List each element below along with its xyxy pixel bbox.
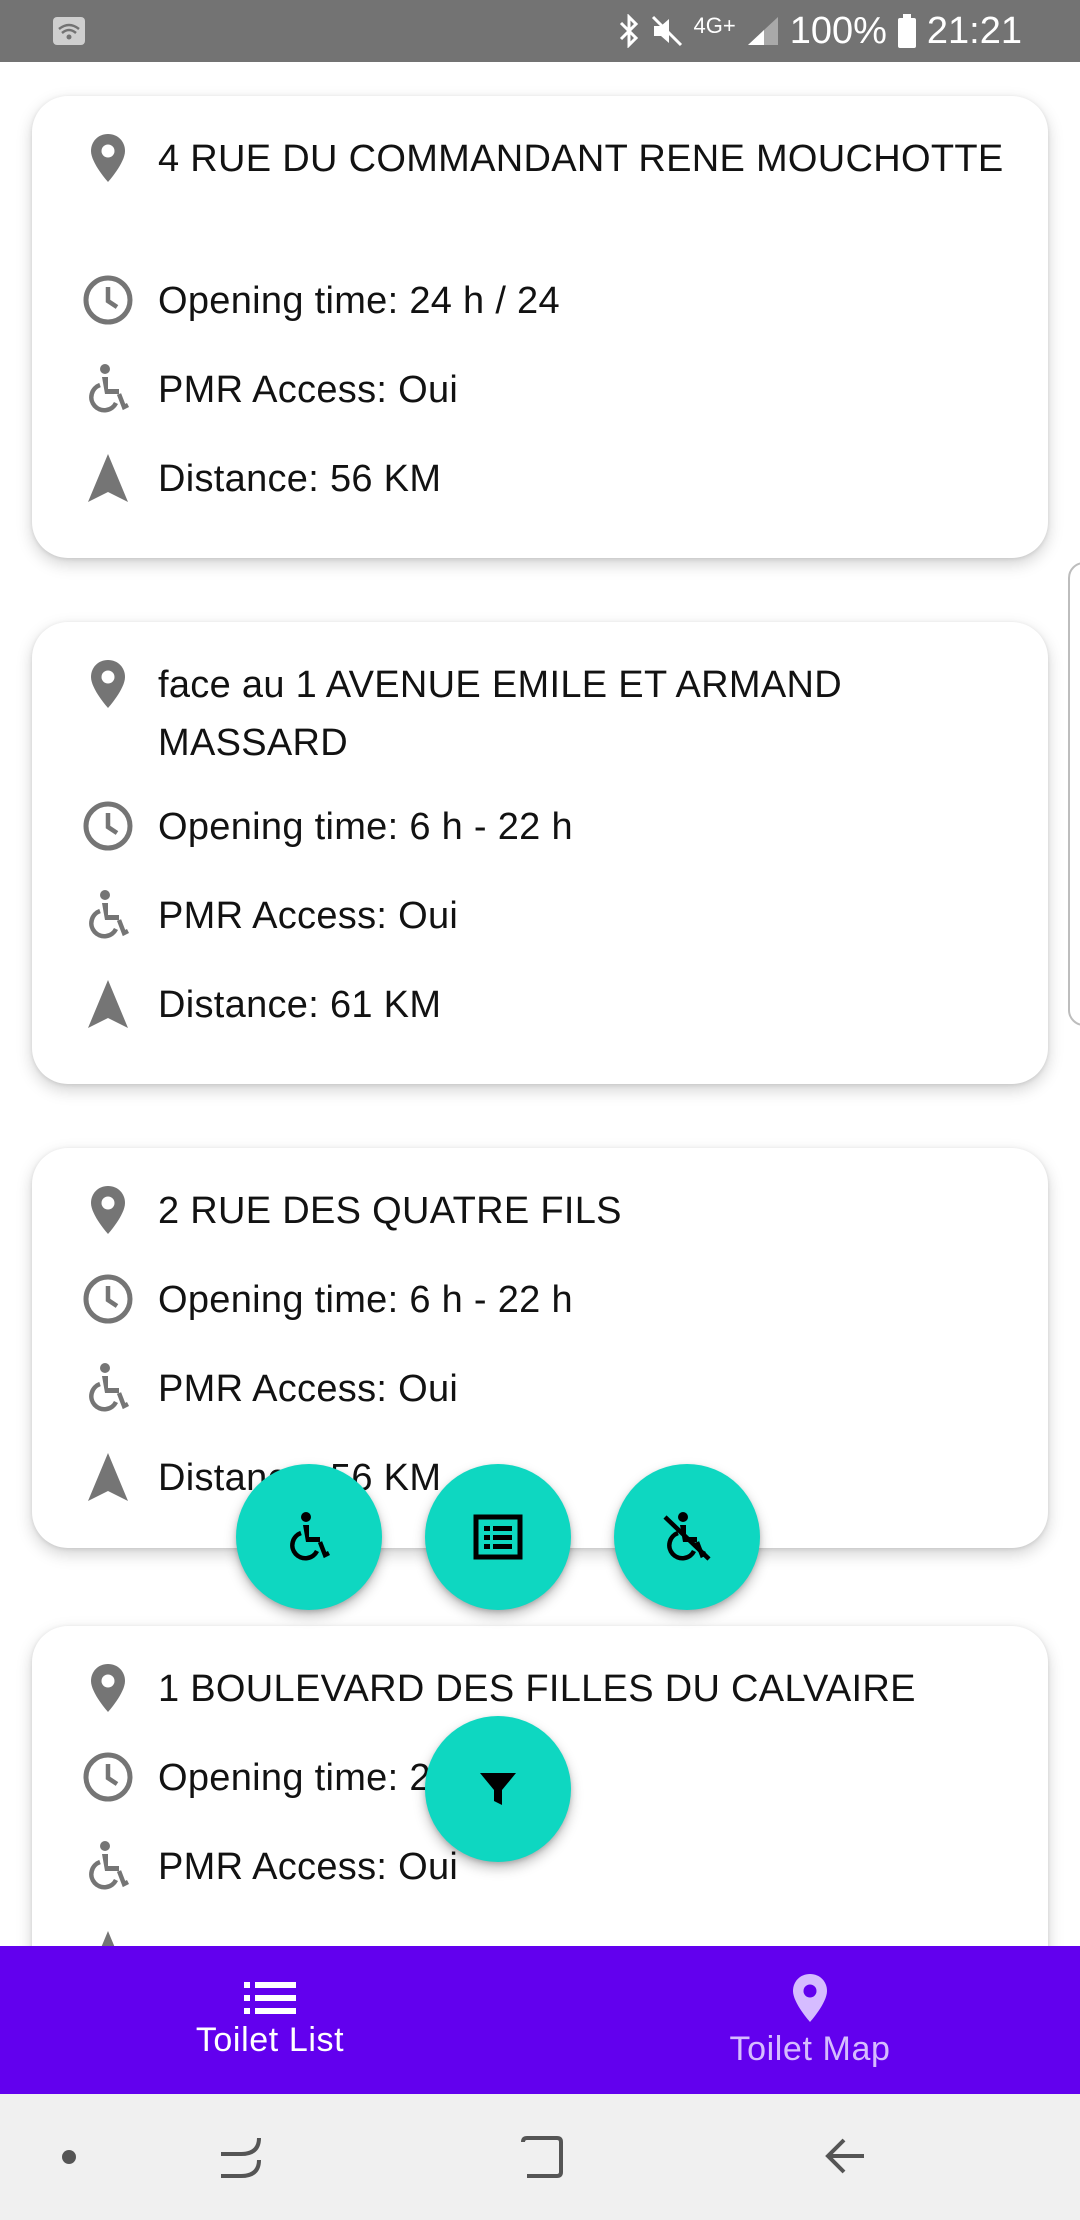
nav-dot-button[interactable] [34,2122,104,2192]
address-text: 4 RUE DU COMMANDANT RENE MOUCHOTTE [158,138,1004,180]
pmr-row: PMR Access: Oui [80,1360,1018,1418]
wheelchair-icon [80,887,136,943]
map-pin-icon [793,1973,827,2022]
nav-toilet-map[interactable]: Toilet Map [540,1946,1080,2094]
dot-icon [62,2150,76,2164]
pmr-row: PMR Access: Oui [80,361,1018,419]
home-button[interactable] [507,2122,577,2192]
location-pin-icon [80,656,136,712]
clock-icon [80,1271,136,1327]
opening-text: Opening time: 6 h - 22 h [158,806,573,848]
distance-text: Distance: 56 KM [158,458,442,500]
list-alt-icon [473,1514,523,1560]
opening-row: Opening time: 24 h / 24 [80,272,1018,330]
battery-percent: 100% [789,9,887,52]
navigation-arrow-icon [80,1927,136,1946]
address-row: face au 1 AVENUE EMILE ET ARMAND MASSARD [80,656,1018,772]
navigation-arrow-icon [80,1449,136,1505]
edge-panel-handle[interactable] [1068,562,1080,1026]
opening-row: Opening time: 6 h - 22 h [80,1271,1018,1329]
opening-row: Opening time: 6 h - 22 h [80,798,1018,856]
pmr-text: PMR Access: Oui [158,369,459,411]
bluetooth-icon [619,14,638,48]
recents-button[interactable] [205,2122,275,2192]
address-text: 1 BOULEVARD DES FILLES DU CALVAIRE [158,1668,916,1710]
clock: 21:21 [926,9,1022,52]
clock-icon [80,1749,136,1805]
distance-row [80,1927,1018,1946]
wheelchair-icon [290,1512,331,1561]
pmr-text: PMR Access: Oui [158,1846,459,1888]
back-arrow-icon [825,2138,864,2174]
nav-toilet-list[interactable]: Toilet List [0,1946,540,2094]
pmr-row: PMR Access: Oui [80,887,1018,945]
network-type: 4G+ [693,13,736,38]
nav-label: Toilet Map [729,2029,891,2068]
system-navigation-bar [0,2094,1080,2220]
mute-icon [651,15,682,47]
filter-pmr-button[interactable] [236,1464,382,1610]
address-text: 2 RUE DES QUATRE FILS [158,1190,622,1232]
bottom-navigation: Toilet List Toilet Map [0,1946,1080,2094]
nav-label: Toilet List [195,2020,345,2059]
address-row: 2 RUE DES QUATRE FILS [80,1182,1018,1240]
distance-text: Distance: 61 KM [158,984,442,1026]
opening-text: Opening time: 6 h - 22 h [158,1279,573,1321]
address-row: 4 RUE DU COMMANDANT RENE MOUCHOTTE [80,130,1018,188]
wheelchair-icon [80,1838,136,1894]
recents-icon [221,2137,261,2178]
location-pin-icon [80,130,136,186]
signal-icon [747,17,778,45]
clock-icon [80,272,136,328]
filter-all-button[interactable] [425,1464,571,1610]
wifi-notification-icon [53,17,85,45]
battery-icon [897,14,916,48]
back-button[interactable] [810,2122,880,2192]
pmr-text: PMR Access: Oui [158,1368,459,1410]
navigation-arrow-icon [80,976,136,1032]
clock-icon [80,798,136,854]
filter-menu-button[interactable] [425,1716,571,1862]
filter-no-pmr-button[interactable] [614,1464,760,1610]
toilet-list[interactable]: 4 RUE DU COMMANDANT RENE MOUCHOTTE Openi… [0,62,1080,1946]
address-row: 1 BOULEVARD DES FILLES DU CALVAIRE [80,1660,1018,1718]
distance-row: Distance: 61 KM [80,976,1018,1034]
pmr-row: PMR Access: Oui [80,1838,1018,1896]
opening-text: Opening time: 24 h / 24 [158,280,560,322]
location-pin-icon [80,1182,136,1238]
navigation-arrow-icon [80,450,136,506]
toilet-card[interactable]: face au 1 AVENUE EMILE ET ARMAND MASSARD… [32,622,1048,1084]
funnel-icon [480,1773,516,1805]
status-bar: 4G+ 100% 21:21 [0,0,1080,62]
wheelchair-icon [80,361,136,417]
home-square-icon [521,2136,563,2178]
location-pin-icon [80,1660,136,1716]
no-wheelchair-icon [663,1512,711,1561]
toilet-card[interactable]: 4 RUE DU COMMANDANT RENE MOUCHOTTE Openi… [32,96,1048,558]
address-text: face au 1 AVENUE EMILE ET ARMAND MASSARD [158,664,843,764]
distance-row: Distance: 56 KM [80,450,1018,508]
wheelchair-icon [80,1360,136,1416]
pmr-text: PMR Access: Oui [158,895,459,937]
list-icon [244,1981,296,2014]
